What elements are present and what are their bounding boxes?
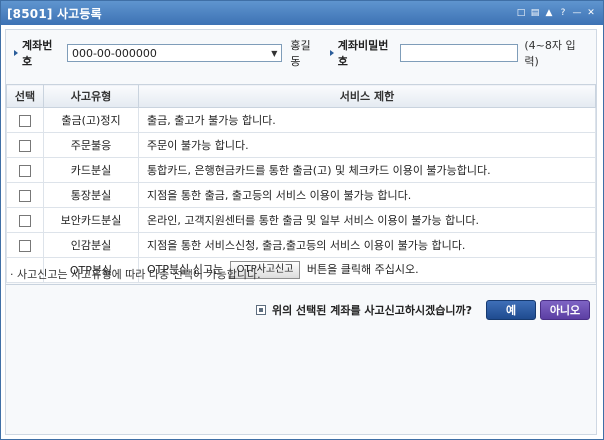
incident-type-cell: 통장분실	[43, 182, 139, 208]
password-hint: (4~8자 입력)	[524, 39, 576, 68]
account-number-value: 000-00-000000	[71, 46, 157, 60]
account-owner-name: 홍길동	[290, 39, 311, 68]
row-checkbox[interactable]	[19, 189, 31, 202]
close-icon[interactable]: ✕	[585, 7, 597, 19]
window-controls: □ ▤ ▲ ? — ✕	[515, 7, 597, 19]
window-title: [8501] 사고등록	[7, 6, 102, 21]
header-select: 선택	[6, 84, 44, 108]
bullet-arrow-icon	[14, 50, 18, 56]
row-checkbox[interactable]	[19, 114, 31, 127]
restriction-cell: 지점을 통한 출금, 출고등의 서비스 이용이 불가능 합니다.	[138, 182, 596, 208]
restriction-cell: 통합카드, 은행현금카드를 통한 출금(고) 및 체크카드 이용이 불가능합니다…	[138, 157, 596, 183]
incident-type-cell: 출금(고)정지	[43, 107, 139, 133]
restore-icon[interactable]: □	[515, 7, 527, 19]
pin-icon[interactable]: ▲	[543, 7, 555, 19]
row-checkbox[interactable]	[19, 239, 31, 252]
table-row: 인감분실 지점을 통한 서비스신청, 출금,출고등의 서비스 이용이 불가능 합…	[6, 232, 596, 258]
row-checkbox[interactable]	[19, 214, 31, 227]
restriction-cell: 지점을 통한 서비스신청, 출금,출고등의 서비스 이용이 불가능 합니다.	[138, 232, 596, 258]
title-bar[interactable]: [8501] 사고등록 □ ▤ ▲ ? — ✕	[1, 1, 603, 25]
incident-type-cell: 주문불응	[43, 132, 139, 158]
restriction-cell: 주문이 불가능 합니다.	[138, 132, 596, 158]
account-bar: 계좌번호 000-00-000000 ▼ 홍길동 계좌비밀번호 (4~8자 입력…	[6, 30, 596, 76]
table-row: 주문불응 주문이 불가능 합니다.	[6, 132, 596, 158]
divider	[6, 284, 596, 285]
dialog-window: [8501] 사고등록 □ ▤ ▲ ? — ✕ 계좌번호 000-00-0000…	[0, 0, 604, 440]
otp-text-after: 버튼을 클릭해 주십시오.	[306, 263, 419, 276]
incident-type-cell: 보안카드분실	[43, 207, 139, 233]
incident-type-cell: 인감분실	[43, 232, 139, 258]
dialog-content: 계좌번호 000-00-000000 ▼ 홍길동 계좌비밀번호 (4~8자 입력…	[5, 29, 597, 435]
bullet-arrow-icon	[329, 50, 334, 56]
header-incident-type: 사고유형	[43, 84, 139, 108]
confirm-question: 위의 선택된 계좌를 사고신고하시겠습니까?	[271, 304, 472, 317]
restriction-cell: 출금, 출고가 불가능 합니다.	[138, 107, 596, 133]
password-input[interactable]	[400, 44, 519, 62]
table-row: 출금(고)정지 출금, 출고가 불가능 합니다.	[6, 107, 596, 133]
account-number-select[interactable]: 000-00-000000 ▼	[66, 44, 283, 62]
minimize-icon[interactable]: —	[571, 7, 583, 19]
table-row: 통장분실 지점을 통한 출금, 출고등의 서비스 이용이 불가능 합니다.	[6, 182, 596, 208]
header-service-restriction: 서비스 제한	[138, 84, 596, 108]
account-number-label: 계좌번호	[14, 37, 61, 69]
yes-button[interactable]: 예	[486, 300, 536, 320]
password-label: 계좌비밀번호	[329, 37, 397, 69]
table-header-row: 선택 사고유형 서비스 제한	[6, 84, 596, 108]
chevron-down-icon[interactable]: ▼	[271, 49, 277, 58]
multi-select-note: · 사고신고는 사고유형에 따라 다중 선택이 가능합니다.	[10, 268, 261, 281]
incident-type-table: 선택 사고유형 서비스 제한 출금(고)정지 출금, 출고가 불가능 합니다. …	[6, 84, 596, 283]
incident-type-cell: 카드분실	[43, 157, 139, 183]
no-button[interactable]: 아니오	[540, 300, 590, 320]
table-row: 카드분실 통합카드, 은행현금카드를 통한 출금(고) 및 체크카드 이용이 불…	[6, 157, 596, 183]
print-icon[interactable]: ▤	[529, 7, 541, 19]
bullet-square-icon	[255, 305, 266, 315]
row-checkbox[interactable]	[19, 164, 31, 177]
help-icon[interactable]: ?	[557, 7, 569, 19]
confirm-bar: 위의 선택된 계좌를 사고신고하시겠습니까? 예 아니오	[255, 300, 590, 320]
table-row: 보안카드분실 온라인, 고객지원센터를 통한 출금 및 일부 서비스 이용이 불…	[6, 207, 596, 233]
row-checkbox[interactable]	[19, 139, 31, 152]
restriction-cell: 온라인, 고객지원센터를 통한 출금 및 일부 서비스 이용이 불가능 합니다.	[138, 207, 596, 233]
